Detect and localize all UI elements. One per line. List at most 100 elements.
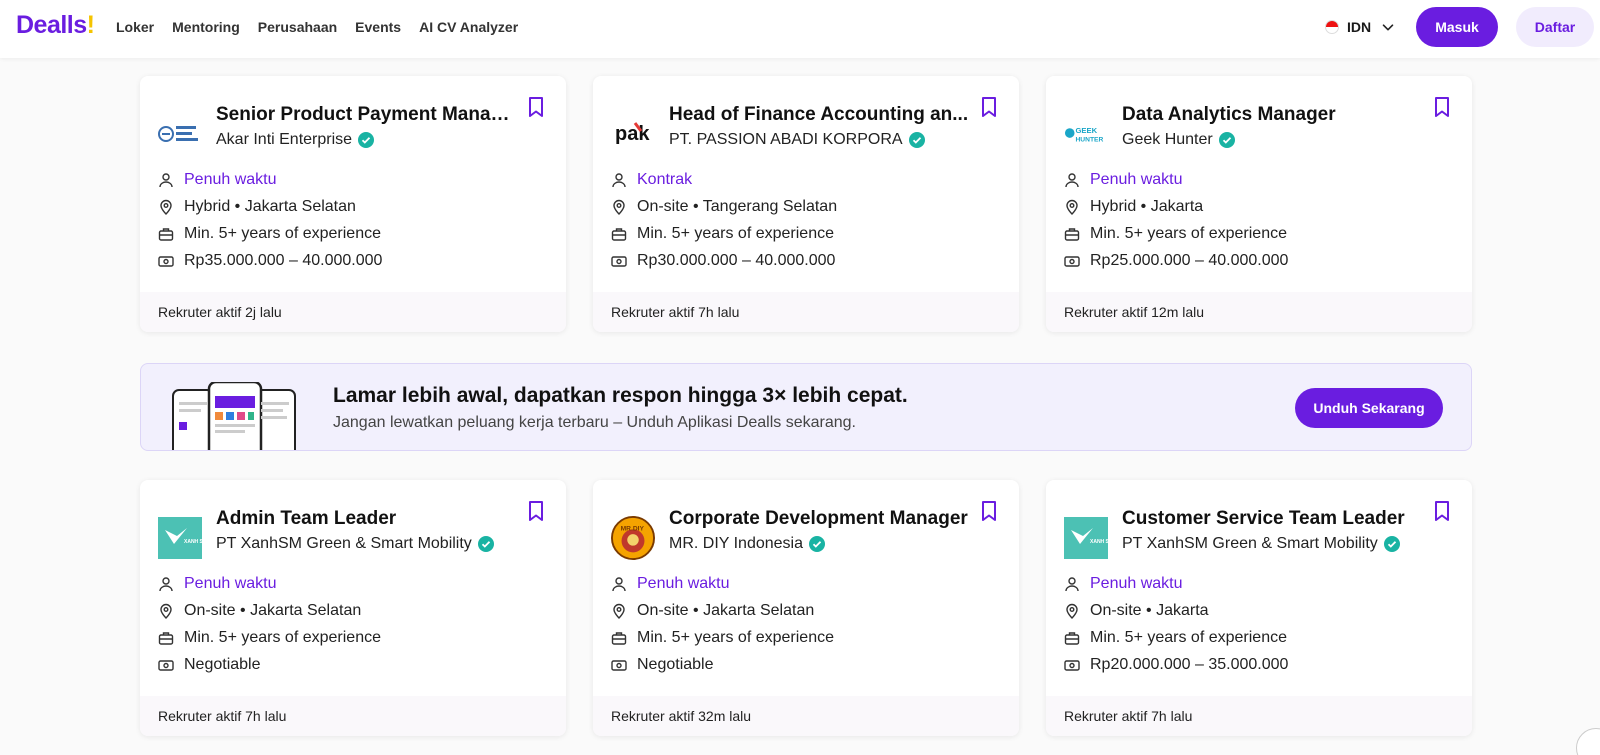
svg-text:MR.DIY: MR.DIY: [621, 525, 645, 532]
job-salary: Rp30.000.000 – 40.000.000: [637, 251, 836, 269]
briefcase-icon: [1064, 631, 1080, 645]
job-location: On-site • Jakarta Selatan: [637, 601, 815, 619]
app-download-banner: Lamar lebih awal, dapatkan respon hingga…: [140, 363, 1472, 451]
recruiter-activity: Rekruter aktif 32m lalu: [593, 696, 1019, 736]
download-app-button[interactable]: Unduh Sekarang: [1295, 388, 1443, 428]
company-logo: pak: [611, 112, 655, 156]
nav-mentoring[interactable]: Mentoring: [172, 19, 240, 35]
money-icon: [611, 659, 627, 671]
job-card[interactable]: MR.DIY Corporate Development Manager MR.…: [593, 480, 1019, 736]
location-pin-icon: [160, 199, 172, 215]
phone-mockup-illustration: [172, 382, 296, 450]
floating-action-button[interactable]: [1576, 728, 1600, 755]
indonesia-flag-icon: [1325, 20, 1339, 34]
dealls-logo[interactable]: Dealls!: [16, 11, 95, 40]
employment-type: Kontrak: [637, 170, 693, 188]
person-icon: [159, 172, 173, 187]
recruiter-activity: Rekruter aktif 7h lalu: [1046, 696, 1472, 736]
job-salary: Rp20.000.000 – 35.000.000: [1090, 655, 1289, 673]
bookmark-icon[interactable]: [979, 500, 999, 522]
bookmark-icon[interactable]: [1432, 96, 1452, 118]
recruiter-activity: Rekruter aktif 2j lalu: [140, 292, 566, 332]
job-location: On-site • Jakarta: [1090, 601, 1209, 619]
job-location: On-site • Tangerang Selatan: [637, 197, 838, 215]
verified-badge-icon: [358, 132, 375, 148]
company-name[interactable]: PT XanhSM Green & Smart Mobility: [1122, 535, 1400, 553]
recruiter-activity: Rekruter aktif 12m lalu: [1046, 292, 1472, 332]
company-name[interactable]: PT XanhSM Green & Smart Mobility: [216, 535, 494, 553]
nav-loker[interactable]: Loker: [116, 19, 154, 35]
money-icon: [611, 255, 627, 267]
job-title[interactable]: Data Analytics Manager: [1122, 104, 1422, 126]
employment-type: Penuh waktu: [184, 574, 277, 592]
employment-type: Penuh waktu: [1090, 574, 1183, 592]
banner-subtitle: Jangan lewatkan peluang kerja terbaru – …: [333, 414, 856, 431]
job-title[interactable]: Customer Service Team Leader: [1122, 508, 1422, 530]
company-name[interactable]: PT. PASSION ABADI KORPORA: [669, 131, 925, 149]
banner-title: Lamar lebih awal, dapatkan respon hingga…: [333, 384, 908, 407]
job-card[interactable]: GEEK HUNTER Data Analytics Manager Geek H…: [1046, 76, 1472, 332]
job-title[interactable]: Admin Team Leader: [216, 508, 516, 530]
money-icon: [1064, 659, 1080, 671]
briefcase-icon: [611, 631, 627, 645]
nav-perusahaan[interactable]: Perusahaan: [258, 19, 337, 35]
job-title[interactable]: Head of Finance Accounting an...: [669, 104, 969, 126]
recruiter-activity: Rekruter aktif 7h lalu: [593, 292, 1019, 332]
person-icon: [612, 576, 626, 591]
svg-text:GEEK: GEEK: [1075, 126, 1097, 135]
job-experience: Min. 5+ years of experience: [1090, 628, 1287, 646]
employment-type: Penuh waktu: [637, 574, 730, 592]
location-pin-icon: [1066, 199, 1078, 215]
company-name[interactable]: Geek Hunter: [1122, 131, 1235, 149]
job-card[interactable]: pak Head of Finance Accounting an... PT.…: [593, 76, 1019, 332]
login-button[interactable]: Masuk: [1416, 7, 1498, 47]
job-experience: Min. 5+ years of experience: [637, 224, 834, 242]
job-salary: Negotiable: [184, 655, 261, 673]
job-card[interactable]: XANH SM Admin Team Leader PT XanhSM Gree…: [140, 480, 566, 736]
company-name[interactable]: Akar Inti Enterprise: [216, 131, 375, 149]
location-pin-icon: [1066, 603, 1078, 619]
bookmark-icon[interactable]: [1432, 500, 1452, 522]
nav-ai-cv-analyzer[interactable]: AI CV Analyzer: [419, 19, 518, 35]
verified-badge-icon: [477, 536, 494, 552]
register-button[interactable]: Daftar: [1516, 7, 1594, 47]
job-title[interactable]: Senior Product Payment Manager: [216, 104, 516, 126]
verified-badge-icon: [908, 132, 925, 148]
svg-text:XANH SM: XANH SM: [1090, 539, 1108, 545]
language-label: IDN: [1347, 19, 1372, 35]
job-title[interactable]: Corporate Development Manager: [669, 508, 969, 530]
job-salary: Rp35.000.000 – 40.000.000: [184, 251, 383, 269]
job-experience: Min. 5+ years of experience: [1090, 224, 1287, 242]
language-selector[interactable]: IDN: [1325, 18, 1397, 36]
top-navbar: Dealls! Loker Mentoring Perusahaan Event…: [0, 0, 1600, 58]
nav-events[interactable]: Events: [355, 19, 401, 35]
briefcase-icon: [158, 631, 174, 645]
company-logo: [158, 112, 202, 156]
location-pin-icon: [613, 603, 625, 619]
svg-text:pak: pak: [615, 123, 650, 145]
company-logo: XANH SM: [158, 516, 202, 560]
company-name[interactable]: MR. DIY Indonesia: [669, 535, 825, 553]
job-card[interactable]: XANH SM Customer Service Team Leader PT …: [1046, 480, 1472, 736]
job-experience: Min. 5+ years of experience: [184, 628, 381, 646]
person-icon: [1065, 172, 1079, 187]
money-icon: [1064, 255, 1080, 267]
job-location: Hybrid • Jakarta: [1090, 197, 1204, 215]
job-experience: Min. 5+ years of experience: [637, 628, 834, 646]
job-location: Hybrid • Jakarta Selatan: [184, 197, 356, 215]
person-icon: [612, 172, 626, 187]
bookmark-icon[interactable]: [526, 500, 546, 522]
job-salary: Rp25.000.000 – 40.000.000: [1090, 251, 1289, 269]
company-logo: GEEK HUNTER: [1064, 112, 1108, 156]
main-nav: Loker Mentoring Perusahaan Events AI CV …: [116, 19, 518, 35]
recruiter-activity: Rekruter aktif 7h lalu: [140, 696, 566, 736]
money-icon: [158, 255, 174, 267]
bookmark-icon[interactable]: [526, 96, 546, 118]
briefcase-icon: [158, 227, 174, 241]
bookmark-icon[interactable]: [979, 96, 999, 118]
job-card[interactable]: Senior Product Payment Manager Akar Inti…: [140, 76, 566, 332]
job-salary: Negotiable: [637, 655, 714, 673]
briefcase-icon: [611, 227, 627, 241]
money-icon: [158, 659, 174, 671]
job-location: On-site • Jakarta Selatan: [184, 601, 362, 619]
